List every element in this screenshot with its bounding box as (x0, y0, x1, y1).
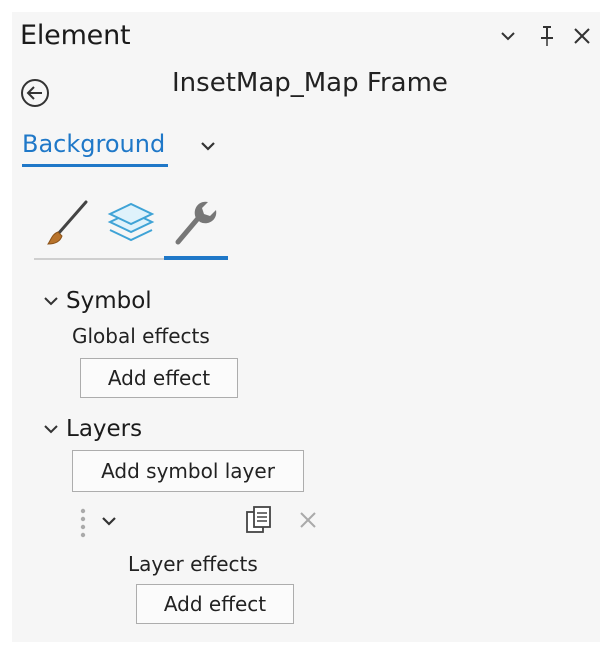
pane-pin-button[interactable] (538, 24, 556, 54)
pane-title: Element (20, 20, 131, 51)
background-underline (22, 164, 168, 167)
tab-symbology[interactable] (42, 196, 96, 250)
symbol-heading: Symbol (66, 288, 152, 314)
drag-handle-icon (80, 508, 86, 538)
close-icon (574, 28, 590, 44)
pane-options-button[interactable] (498, 26, 518, 52)
layers-heading: Layers (66, 416, 143, 442)
layer-expand-toggle[interactable] (98, 510, 120, 532)
chevron-down-icon (44, 297, 58, 306)
paintbrush-icon (47, 200, 88, 245)
duplicate-icon (246, 506, 271, 533)
tab-layers[interactable] (104, 196, 158, 250)
background-dropdown-toggle[interactable] (196, 134, 220, 158)
element-pane: Element InsetMap_Map Frame Background Sy… (12, 12, 600, 642)
active-tab-indicator (164, 256, 228, 260)
tab-properties[interactable] (166, 196, 220, 250)
chevron-down-icon (102, 517, 116, 526)
delete-icon (300, 512, 316, 528)
wrench-icon (175, 201, 217, 245)
chevron-down-icon (201, 142, 215, 151)
pin-icon (541, 26, 553, 46)
background-dropdown[interactable]: Background (22, 130, 165, 158)
layer-drag-handle[interactable] (76, 506, 90, 540)
global-effects-label: Global effects (72, 324, 210, 348)
layers-icon (107, 202, 155, 242)
add-layer-effect-button[interactable]: Add effect (136, 584, 294, 624)
duplicate-layer-button[interactable] (244, 504, 274, 536)
add-global-effect-button[interactable]: Add effect (80, 358, 238, 398)
pane-close-button[interactable] (572, 26, 592, 52)
element-name: InsetMap_Map Frame (172, 68, 448, 98)
back-button[interactable] (20, 78, 50, 108)
layer-effects-label: Layer effects (128, 552, 258, 576)
delete-layer-button[interactable] (296, 508, 320, 532)
chevron-down-icon (44, 425, 58, 434)
back-arrow-icon (21, 79, 49, 107)
chevron-down-icon (501, 32, 515, 41)
add-symbol-layer-button[interactable]: Add symbol layer (72, 450, 304, 492)
